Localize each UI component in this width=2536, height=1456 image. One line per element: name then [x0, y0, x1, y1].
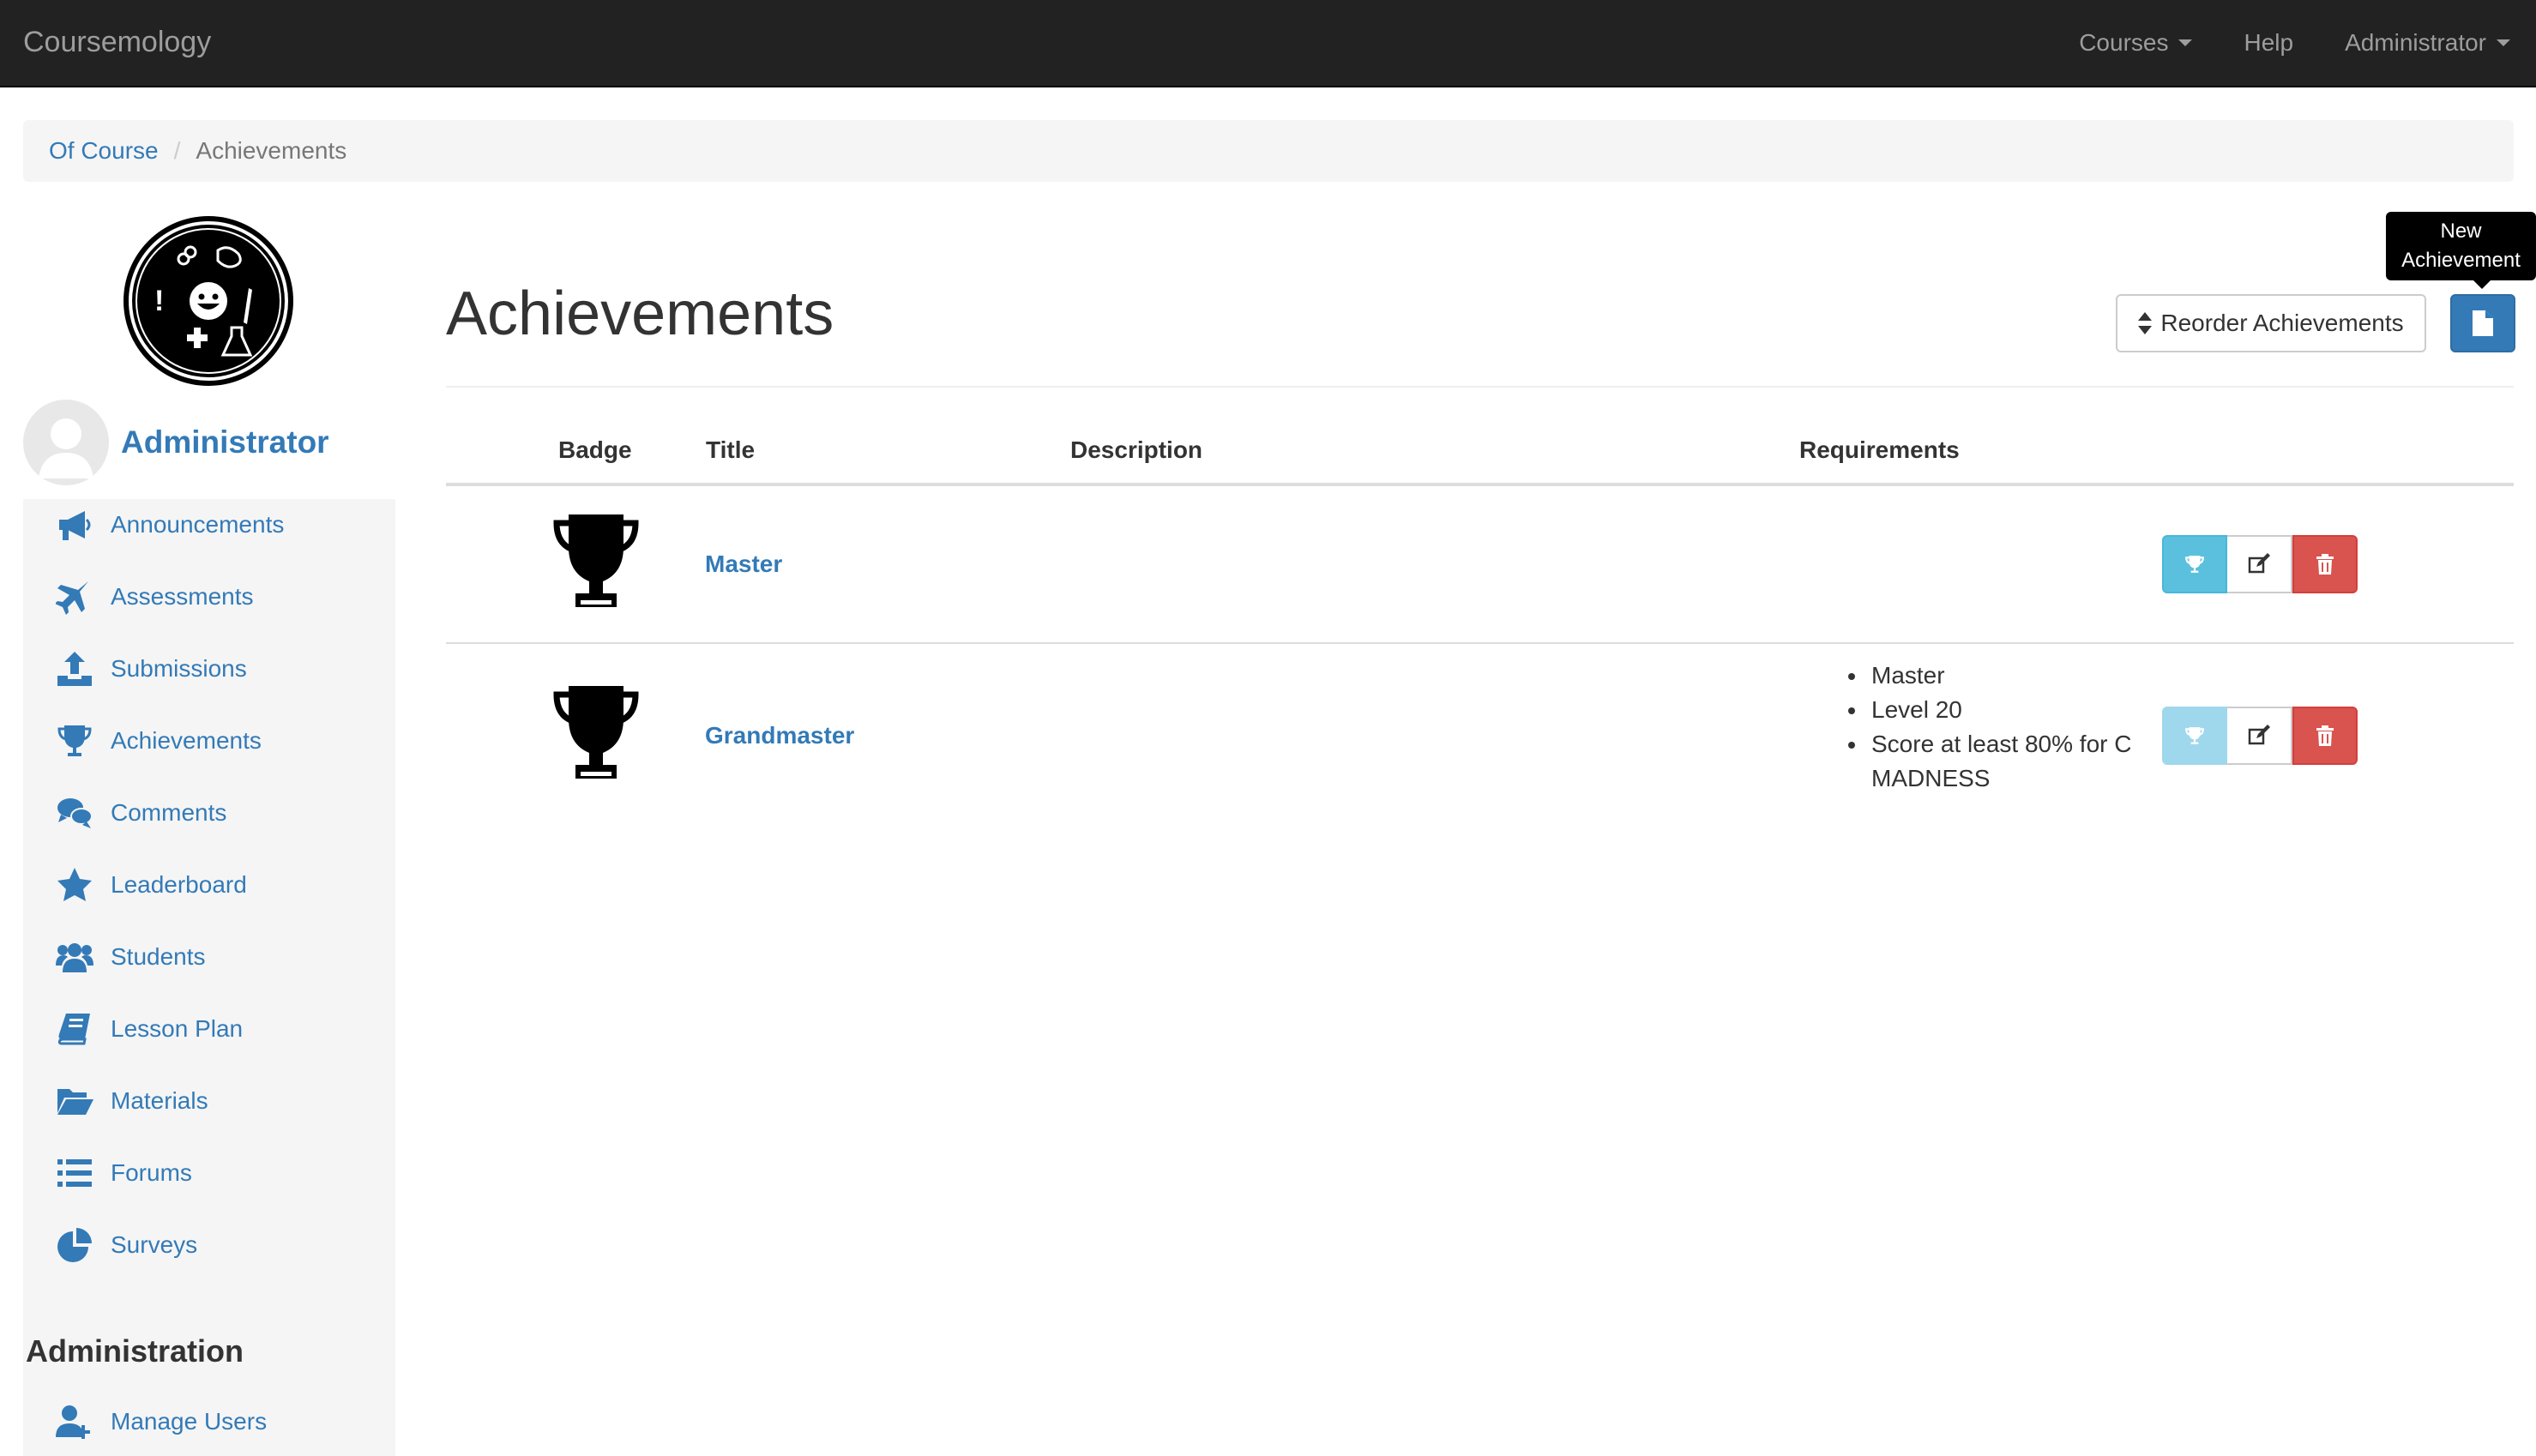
sidebar-item-announcements[interactable]: Announcements: [56, 499, 284, 551]
achievement-title-link[interactable]: Grandmaster: [705, 722, 854, 749]
new-achievement-tooltip: New Achievement: [2386, 212, 2536, 280]
sidebar-item-submissions[interactable]: Submissions: [56, 643, 247, 695]
trophy-icon: [2185, 727, 2204, 744]
sidebar-item-manage-users[interactable]: Manage Users: [56, 1396, 267, 1447]
delete-button[interactable]: [2292, 707, 2358, 765]
trash-icon: [2316, 725, 2334, 746]
sidebar-item-assessments[interactable]: Assessments: [56, 571, 254, 623]
sidebar-item-students[interactable]: Students: [56, 931, 206, 983]
edit-button[interactable]: [2227, 535, 2292, 593]
sidebar-item-label: Comments: [111, 799, 227, 826]
trophy-icon: [2185, 556, 2204, 573]
courses-menu-label: Courses: [2079, 29, 2169, 56]
reorder-label: Reorder Achievements: [2160, 310, 2404, 336]
delete-button[interactable]: [2292, 535, 2358, 593]
caret-down-icon: [2178, 39, 2193, 46]
table-header-border: [446, 483, 2514, 486]
caret-down-icon: [2497, 39, 2510, 46]
trash-icon: [2316, 554, 2334, 575]
bullhorn-icon: [56, 506, 93, 544]
star-icon: [56, 866, 93, 904]
column-header-title: Title: [706, 436, 756, 463]
trophy-badge-icon[interactable]: [553, 686, 639, 785]
administration-heading: Administration: [26, 1333, 244, 1369]
folder-open-icon: [56, 1082, 93, 1120]
users-icon: [56, 938, 93, 976]
file-icon: [2473, 310, 2493, 336]
requirement-item: Master: [1868, 659, 2160, 693]
pie-chart-icon: [56, 1226, 93, 1264]
sidebar-item-forums[interactable]: Forums: [56, 1147, 192, 1199]
sidebar-item-label: Achievements: [111, 727, 262, 754]
course-logo: !: [123, 216, 293, 386]
column-header-requirements: Requirements: [1799, 436, 1960, 463]
breadcrumb-separator: /: [173, 137, 181, 164]
row-actions: [2162, 535, 2358, 593]
breadcrumb-course-link[interactable]: Of Course: [49, 137, 159, 165]
user-plus-icon: [56, 1403, 93, 1441]
sidebar-item-comments[interactable]: Comments: [56, 787, 226, 839]
user-name-link[interactable]: Administrator: [121, 424, 329, 460]
tooltip-line: New: [2440, 220, 2482, 243]
edit-icon: [2248, 725, 2270, 745]
sidebar-item-label: Students: [111, 943, 206, 970]
sidebar-item-label: Lesson Plan: [111, 1015, 244, 1042]
svg-text:!: !: [154, 285, 164, 317]
trophy-badge-icon[interactable]: [553, 514, 639, 614]
sidebar-item-label: Submissions: [111, 655, 247, 682]
list-icon: [56, 1154, 93, 1192]
sidebar-item-surveys[interactable]: Surveys: [56, 1219, 197, 1271]
column-header-description: Description: [1070, 436, 1203, 463]
user-block: Administrator: [23, 400, 329, 485]
top-navbar: Coursemology Courses Help Administrator: [0, 0, 2536, 87]
sidebar-item-materials[interactable]: Materials: [56, 1075, 208, 1127]
row-divider: [446, 642, 2514, 644]
achievement-title-link[interactable]: Master: [705, 551, 782, 578]
page-title: Achievements: [446, 280, 834, 348]
column-header-badge: Badge: [558, 436, 632, 463]
new-achievement-button[interactable]: [2450, 294, 2515, 352]
sidebar-item-label: Forums: [111, 1159, 192, 1186]
help-link[interactable]: Help: [2244, 29, 2293, 57]
row-actions: [2162, 707, 2358, 765]
plane-icon: [56, 578, 93, 616]
sidebar-item-achievements[interactable]: Achievements: [56, 715, 262, 767]
sidebar: Announcements Assessments Submissions Ac…: [23, 499, 395, 1456]
breadcrumb-current: Achievements: [196, 137, 347, 164]
sidebar-item-label: Leaderboard: [111, 871, 247, 898]
user-menu-label: Administrator: [2345, 29, 2486, 56]
user-menu[interactable]: Administrator: [2345, 29, 2510, 57]
divider: [446, 386, 2514, 388]
brand-link[interactable]: Coursemology: [23, 26, 211, 59]
edit-button[interactable]: [2227, 707, 2292, 765]
edit-icon: [2248, 553, 2270, 574]
award-button[interactable]: [2162, 535, 2227, 593]
reorder-achievements-button[interactable]: Reorder Achievements: [2116, 294, 2426, 352]
navbar-menu: Courses Help Administrator: [2027, 0, 2510, 86]
sidebar-item-lesson-plan[interactable]: Lesson Plan: [56, 1003, 243, 1055]
sidebar-item-label: Announcements: [111, 511, 285, 538]
tooltip-arrow: [2473, 280, 2491, 289]
book-icon: [56, 1010, 93, 1048]
trophy-icon: [56, 722, 93, 760]
sidebar-item-label: Materials: [111, 1087, 208, 1114]
requirements-list: Master Level 20 Score at least 80% for C…: [1844, 659, 2160, 796]
sidebar-item-label: Surveys: [111, 1231, 198, 1258]
comments-icon: [56, 794, 93, 832]
breadcrumb: Of Course / Achievements: [23, 120, 2514, 182]
requirement-item: Score at least 80% for C MADNESS: [1868, 727, 2160, 796]
award-button[interactable]: [2162, 707, 2227, 765]
requirement-item: Level 20: [1868, 693, 2160, 727]
help-link-label: Help: [2244, 29, 2294, 56]
avatar[interactable]: [23, 400, 109, 485]
upload-icon: [56, 650, 93, 688]
sidebar-item-label: Assessments: [111, 583, 254, 610]
sidebar-item-leaderboard[interactable]: Leaderboard: [56, 859, 247, 911]
courses-menu[interactable]: Courses: [2079, 29, 2193, 57]
tooltip-line: Achievement: [2401, 249, 2521, 272]
user-silhouette-icon: [39, 418, 93, 478]
sidebar-item-label: Manage Users: [111, 1408, 268, 1435]
sort-icon: [2138, 312, 2153, 334]
